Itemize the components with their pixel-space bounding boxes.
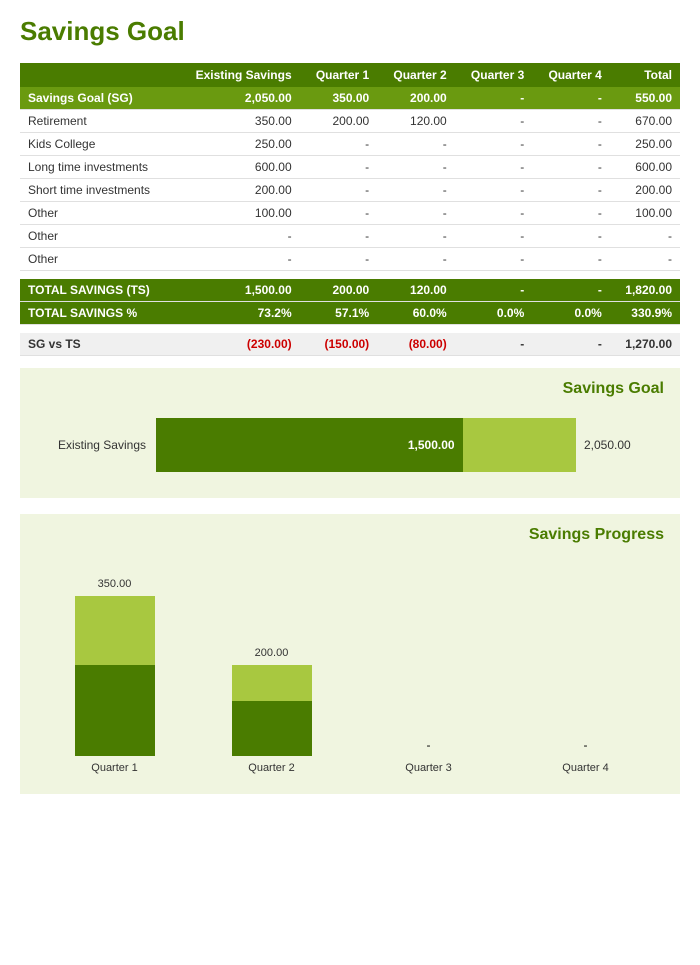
v-bar-goal-label: 200.00 <box>232 647 312 659</box>
col-header-q3: Quarter 3 <box>455 63 533 87</box>
table-row: Other------ <box>20 248 680 271</box>
sg-label: Savings Goal (SG) <box>20 87 174 110</box>
table-row: Long time investments600.00----600.00 <box>20 156 680 179</box>
table-row: Retirement350.00200.00120.00--670.00 <box>20 110 680 133</box>
bar-light <box>463 418 576 472</box>
col-header-existing: Existing Savings <box>174 63 299 87</box>
table-row-row-total-pct: TOTAL SAVINGS %73.2%57.1%60.0%0.0%0.0%33… <box>20 302 680 325</box>
bar-label: Existing Savings <box>36 438 146 452</box>
col-header-q4: Quarter 4 <box>532 63 610 87</box>
col-header-label <box>20 63 174 87</box>
table-row: Other------ <box>20 225 680 248</box>
table-row: Kids College250.00----250.00 <box>20 133 680 156</box>
bar-goal-value: 2,050.00 <box>584 438 631 452</box>
sg-q2: 200.00 <box>377 87 455 110</box>
v-bar-wrapper: 200.00350.00 <box>50 576 180 756</box>
v-bar-xlabel: Quarter 1 <box>91 762 137 774</box>
v-bar-actual <box>232 701 312 756</box>
vertical-bar-chart: 200.00350.00Quarter 1120.00200.00Quarter… <box>36 554 664 774</box>
v-bar-wrapper: - <box>521 576 651 756</box>
v-bar-xlabel: Quarter 4 <box>562 762 608 774</box>
v-bar-xlabel: Quarter 2 <box>248 762 294 774</box>
savings-goal-chart: Savings Goal Existing Savings 1,500.00 2… <box>20 368 680 498</box>
v-bar-wrapper: - <box>364 576 494 756</box>
savings-table: Existing Savings Quarter 1 Quarter 2 Qua… <box>20 63 680 356</box>
table-header-row: Existing Savings Quarter 1 Quarter 2 Qua… <box>20 63 680 87</box>
v-bar-group: 200.00350.00 Quarter 1 <box>50 576 180 774</box>
v-bar-actual <box>75 665 155 756</box>
sg-q3: - <box>455 87 533 110</box>
savings-progress-title: Savings Progress <box>36 526 664 544</box>
savings-goal-row: Savings Goal (SG) 2,050.00 350.00 200.00… <box>20 87 680 110</box>
savings-progress-chart: Savings Progress 200.00350.00Quarter 112… <box>20 514 680 794</box>
v-bar-dash-label: - <box>364 738 494 756</box>
table-row: Short time investments200.00----200.00 <box>20 179 680 202</box>
sg-vs-ts-row: SG vs TS(230.00)(150.00)(80.00)--1,270.0… <box>20 333 680 356</box>
horizontal-bar-chart: Existing Savings 1,500.00 2,050.00 <box>36 408 664 482</box>
v-bar-group: - Quarter 4 <box>521 576 651 774</box>
v-bar-goal-label: 350.00 <box>75 578 155 590</box>
savings-goal-chart-title: Savings Goal <box>36 380 664 398</box>
table-row: Other100.00----100.00 <box>20 202 680 225</box>
bar-actual-value: 1,500.00 <box>408 438 455 452</box>
v-bar-wrapper: 120.00200.00 <box>207 576 337 756</box>
bar-container: 1,500.00 2,050.00 <box>156 418 664 472</box>
v-bar-group: - Quarter 3 <box>364 576 494 774</box>
v-bar-xlabel: Quarter 3 <box>405 762 451 774</box>
sg-q4: - <box>532 87 610 110</box>
v-bar-dash-label: - <box>521 738 651 756</box>
col-header-total: Total <box>610 63 680 87</box>
sg-total: 550.00 <box>610 87 680 110</box>
sg-q1: 350.00 <box>300 87 378 110</box>
page-title: Savings Goal <box>20 16 680 47</box>
table-row-row-total-savings: TOTAL SAVINGS (TS)1,500.00200.00120.00--… <box>20 279 680 302</box>
col-header-q2: Quarter 2 <box>377 63 455 87</box>
v-bar-group: 120.00200.00 Quarter 2 <box>207 576 337 774</box>
bar-dark: 1,500.00 <box>156 418 463 472</box>
sg-existing: 2,050.00 <box>174 87 299 110</box>
col-header-q1: Quarter 1 <box>300 63 378 87</box>
